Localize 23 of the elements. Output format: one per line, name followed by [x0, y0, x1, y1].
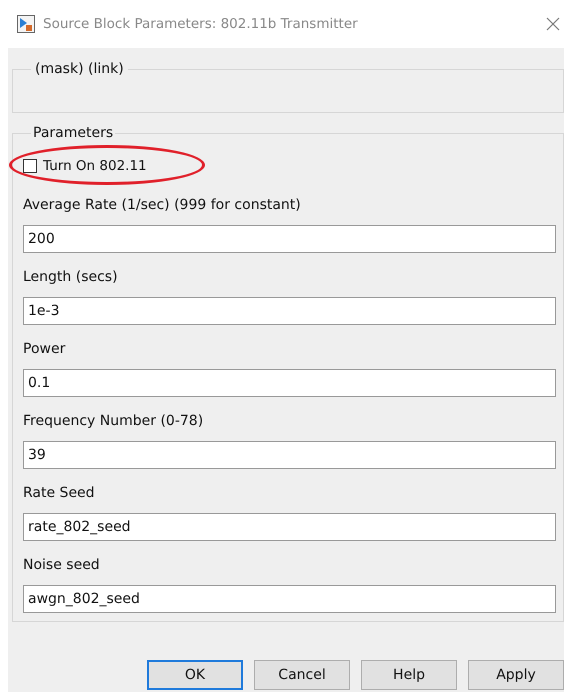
- field-label: Power: [23, 340, 66, 359]
- group-title: Parameters: [32, 125, 114, 141]
- block-icon: [17, 15, 35, 33]
- dialog-button[interactable]: Cancel: [254, 660, 350, 690]
- dialog-button[interactable]: Apply: [468, 660, 564, 690]
- field-label: Frequency Number (0-78): [23, 412, 204, 431]
- input-field[interactable]: 1e-3: [23, 297, 556, 325]
- input-field[interactable]: awgn_802_seed: [23, 585, 556, 613]
- window-title: Source Block Parameters: 802.11b Transmitter: [43, 16, 359, 32]
- field-label: Length (secs): [23, 268, 119, 287]
- close-icon[interactable]: [546, 17, 560, 31]
- group-title: (mask) (link): [34, 61, 125, 77]
- input-field[interactable]: 200: [23, 225, 556, 253]
- input-field[interactable]: 0.1: [23, 369, 556, 397]
- input-field[interactable]: rate_802_seed: [23, 513, 556, 541]
- field-label: Noise seed: [23, 556, 101, 575]
- checkbox-label: Turn On 802.11: [43, 158, 147, 174]
- dialog-button[interactable]: Help: [361, 660, 457, 690]
- field-label: Rate Seed: [23, 484, 96, 503]
- checkbox[interactable]: [23, 159, 37, 173]
- field-label: Average Rate (1/sec) (999 for constant): [23, 196, 302, 215]
- input-field[interactable]: 39: [23, 441, 556, 469]
- dialog-button[interactable]: OK: [147, 660, 244, 690]
